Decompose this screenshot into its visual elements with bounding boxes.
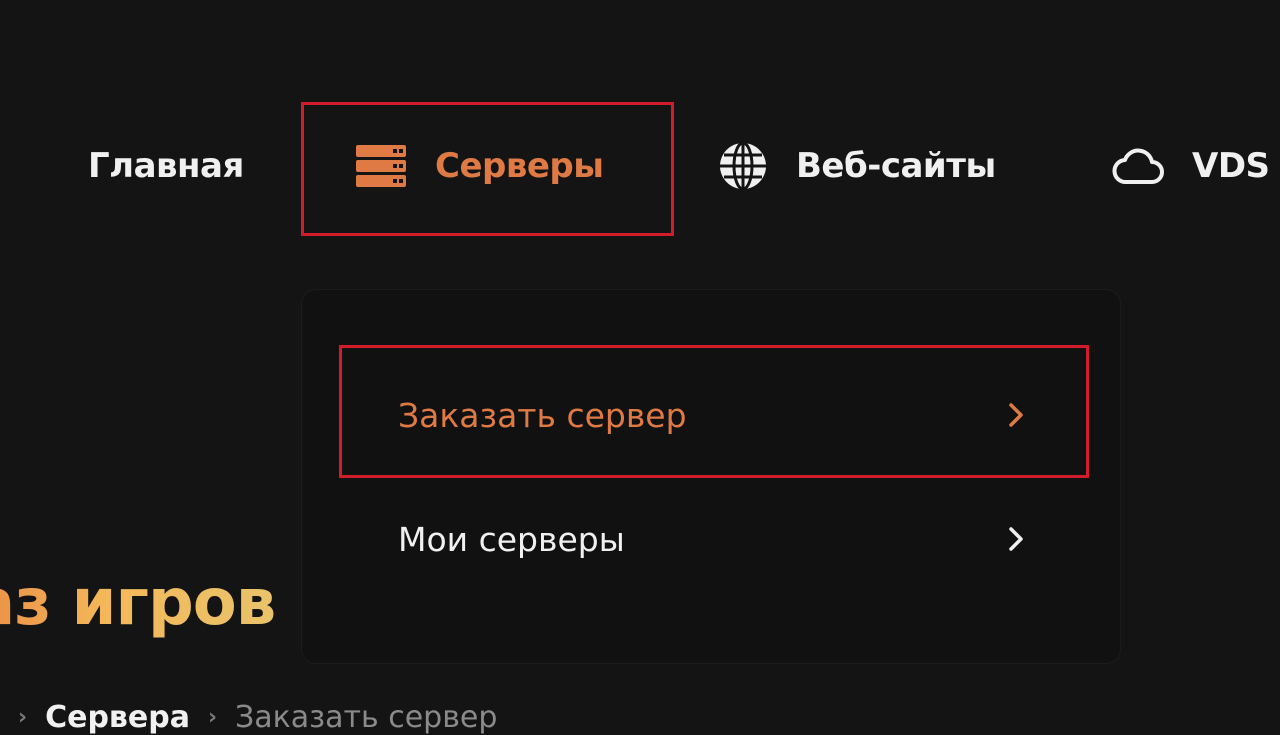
breadcrumb-current: Заказать сервер (235, 700, 498, 735)
nav-item-websites[interactable]: Веб-сайты (718, 136, 996, 196)
menu-item-my-servers[interactable]: Мои серверы (398, 509, 1028, 569)
breadcrumb-link-servers[interactable]: Сервера (45, 700, 190, 735)
page-title: аз игров (0, 566, 276, 640)
cloud-icon (1112, 147, 1164, 185)
breadcrumb-separator: › (18, 705, 28, 730)
menu-item-label: Мои серверы (398, 519, 625, 559)
server-stack-icon (355, 144, 407, 188)
breadcrumb-separator: › (207, 705, 218, 730)
nav-item-label: Серверы (435, 146, 604, 186)
nav-item-label: VDS (1192, 146, 1270, 186)
nav-item-label: Главная (88, 146, 244, 186)
servers-dropdown-menu: Заказать сервер Мои серверы (302, 290, 1120, 663)
chevron-right-icon (1004, 402, 1028, 428)
menu-item-order-server[interactable]: Заказать сервер (398, 385, 1028, 445)
globe-icon (718, 141, 768, 191)
nav-item-label: Веб-сайты (796, 146, 996, 186)
chevron-right-icon (1004, 526, 1028, 552)
menu-item-label: Заказать сервер (398, 395, 687, 435)
nav-item-home[interactable]: Главная (88, 136, 244, 196)
nav-item-vds[interactable]: VDS (1112, 136, 1270, 196)
nav-item-servers[interactable]: Серверы (355, 136, 604, 196)
breadcrumb: › Сервера › Заказать сервер (18, 700, 497, 735)
